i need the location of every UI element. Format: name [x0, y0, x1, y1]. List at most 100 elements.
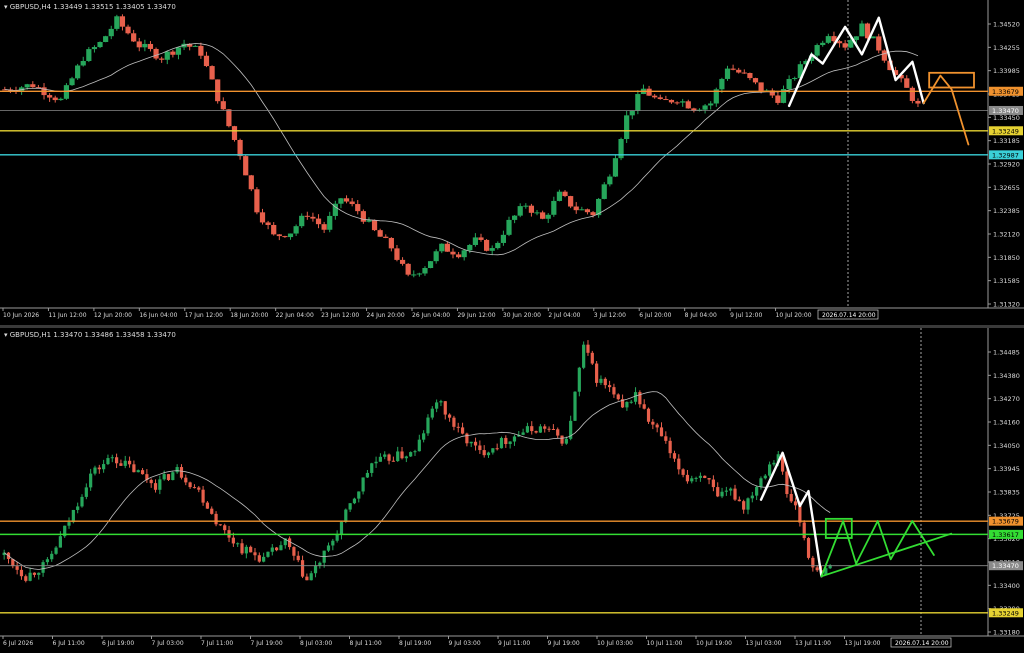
price-tick-label: 1.34380	[993, 372, 1020, 380]
bull-candle	[499, 437, 504, 449]
time-tick-label: 7 Jul 11:00	[201, 640, 233, 647]
bear-candle	[664, 436, 668, 441]
bear-candle	[528, 205, 535, 213]
bear-candle	[383, 236, 389, 238]
chart-menu-arrow-icon[interactable]: ▾	[4, 331, 8, 339]
h1-chart-canvas[interactable]: 1.34485 1.34380 1.34270 1.34160 1.34050 1.339…	[0, 328, 1024, 653]
bull-candle	[564, 438, 568, 444]
bear-candle	[257, 555, 261, 562]
bull-candle	[814, 45, 820, 56]
level-price-label: 1.33470	[992, 107, 1019, 115]
bear-candle	[52, 97, 58, 101]
bull-candle	[430, 408, 434, 418]
bear-candle	[399, 259, 406, 264]
price-tick-label: 1.32655	[993, 184, 1020, 192]
bull-candle	[313, 565, 318, 574]
bull-candle	[411, 274, 417, 276]
bear-candle	[642, 404, 646, 409]
level-price-label: 1.33249	[992, 127, 1019, 135]
h1-chart-window[interactable]: 1.34485 1.34380 1.34270 1.34160 1.34050 1.339…	[0, 328, 1024, 653]
bull-candle	[755, 486, 759, 496]
bear-candle	[119, 16, 126, 27]
white-zigzag-path	[787, 16, 925, 108]
bear-candle	[590, 352, 594, 364]
bull-candle	[422, 433, 426, 440]
bull-candle	[164, 51, 170, 60]
bull-candle	[396, 451, 400, 462]
bear-candle	[560, 435, 564, 444]
crosshair-time-label: 2026.07.14 20:00	[895, 640, 949, 647]
bull-candle	[236, 543, 240, 545]
time-tick-label: 29 Jun 12:00	[457, 312, 495, 319]
chart-menu-arrow-icon[interactable]: ▾	[4, 3, 8, 11]
time-tick-label: 11 Jun 12:00	[48, 312, 86, 319]
bull-candle	[361, 477, 365, 492]
bear-candle	[343, 198, 350, 202]
h4-chart-canvas[interactable]: 1.345201.342551.339851.337151.334501.331…	[0, 0, 1024, 325]
bear-candle	[265, 222, 271, 225]
price-tick-label: 1.34255	[993, 44, 1020, 52]
bear-candle	[305, 576, 309, 581]
bull-candle	[523, 205, 529, 207]
level-price-label: 1.33249	[992, 609, 1019, 617]
bear-candle	[405, 263, 411, 275]
bear-candle	[188, 482, 192, 488]
bear-candle	[360, 211, 366, 222]
bull-candle	[318, 562, 322, 566]
bear-candle	[388, 237, 394, 249]
bear-candle	[737, 499, 741, 502]
bear-candle	[215, 79, 221, 102]
bear-candle	[616, 394, 620, 400]
bull-candle	[293, 226, 299, 234]
bear-candle	[159, 58, 165, 60]
bull-candle	[422, 268, 428, 274]
bull-candle	[123, 460, 127, 466]
bull-candle	[299, 215, 305, 227]
bull-candle	[427, 261, 434, 269]
bear-candle	[595, 363, 599, 383]
bear-candle	[815, 567, 819, 571]
bull-candle	[467, 244, 473, 251]
bull-candle	[80, 496, 84, 507]
bull-candle	[708, 103, 714, 106]
bear-candle	[460, 427, 465, 434]
bear-candle	[534, 431, 538, 433]
bear-candle	[915, 100, 921, 104]
bear-candle	[573, 206, 579, 211]
bear-candle	[716, 487, 720, 497]
time-tick-label: 13 Jul 19:00	[845, 640, 881, 647]
bear-candle	[556, 429, 560, 436]
bear-candle	[296, 555, 300, 561]
bull-candle	[491, 448, 495, 453]
bear-candle	[209, 66, 215, 80]
time-tick-label: 9 Jul 03:00	[449, 640, 481, 647]
time-tick-label: 12 Jun 20:00	[94, 312, 132, 319]
h4-chart-window[interactable]: 1.345201.342551.339851.337151.334501.331…	[0, 0, 1024, 325]
bull-candle	[486, 452, 491, 456]
bull-candle	[335, 534, 339, 541]
bull-candle	[86, 49, 92, 62]
bear-candle	[179, 467, 184, 478]
bull-candle	[489, 248, 495, 251]
bear-candle	[904, 78, 910, 88]
bear-candle	[608, 385, 612, 388]
bull-candle	[309, 573, 313, 581]
bull-candle	[413, 451, 417, 453]
bear-candle	[652, 95, 658, 98]
bull-candle	[404, 456, 408, 459]
bear-candle	[540, 212, 546, 219]
bear-candle	[237, 139, 243, 157]
bear-candle	[681, 469, 685, 475]
time-tick-label: 6 Jul 2026	[3, 640, 33, 647]
bear-candle	[47, 95, 53, 98]
price-tick-label: 1.34270	[993, 395, 1020, 403]
h1-symbol-ohlc: GBPUSD,H1 1.33470 1.33486 1.33458 1.3347…	[9, 331, 176, 339]
bull-candle	[577, 367, 581, 392]
green-trendline	[820, 532, 953, 578]
level-price-label: 1.33679	[992, 518, 1019, 526]
bear-candle	[677, 458, 681, 470]
bull-candle	[746, 498, 750, 510]
h1-chart-title: ▾ GBPUSD,H1 1.33470 1.33486 1.33458 1.33…	[4, 331, 176, 339]
bear-candle	[253, 552, 257, 556]
bull-candle	[582, 344, 586, 368]
